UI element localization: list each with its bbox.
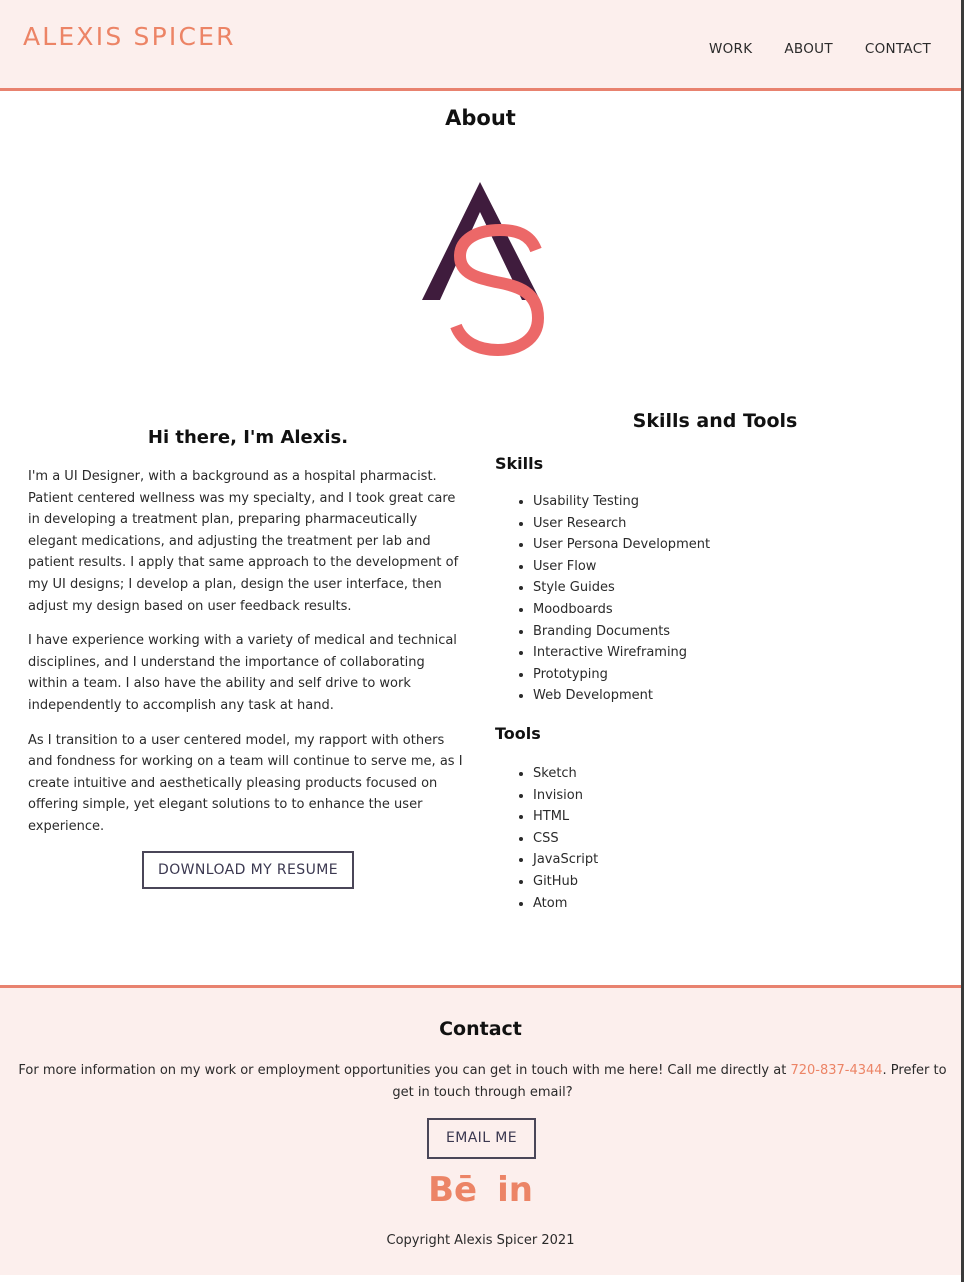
skills-section: Skills and Tools Skills Usability Testin… xyxy=(495,410,935,914)
bio-paragraph: I have experience working with a variety… xyxy=(28,633,457,713)
skills-title: Skills and Tools xyxy=(632,410,798,432)
contact-title: Contact xyxy=(439,1018,522,1040)
tools-heading: Tools xyxy=(495,723,541,743)
list-item: Web Development xyxy=(533,685,935,707)
monogram-logo xyxy=(422,182,545,356)
copyright: Copyright Alexis Spicer 2021 xyxy=(386,1233,575,1248)
list-item: User Research xyxy=(533,513,935,535)
phone-link[interactable]: 720-837-4344 xyxy=(790,1063,882,1078)
main-nav: WORK ABOUT CONTACT xyxy=(709,41,931,57)
list-item: Atom xyxy=(533,893,935,915)
email-me-button[interactable]: EMAIL ME xyxy=(427,1118,536,1159)
download-resume-button[interactable]: DOWNLOAD MY RESUME xyxy=(142,850,354,889)
contact-text-before: For more information on my work or emplo… xyxy=(18,1063,791,1078)
nav-work[interactable]: WORK xyxy=(709,41,752,57)
resume-button-wrap: DOWNLOAD MY RESUME xyxy=(28,850,468,889)
list-item: Moodboards xyxy=(533,599,935,621)
contact-footer: Contact For more information on my work … xyxy=(0,985,961,1275)
behance-icon[interactable]: Bē xyxy=(428,1170,477,1210)
list-item: Interactive Wireframing xyxy=(533,642,935,664)
bio-paragraph: As I transition to a user centered model… xyxy=(28,732,463,834)
intro-heading: Hi there, I'm Alexis. xyxy=(147,427,349,448)
list-item: CSS xyxy=(533,828,935,850)
intro-section: Hi there, I'm Alexis. I'm a UI Designer,… xyxy=(28,427,468,889)
skills-heading: Skills xyxy=(495,454,544,473)
list-item: Branding Documents xyxy=(533,621,935,643)
bio-paragraph: I'm a UI Designer, with a background as … xyxy=(28,469,459,614)
list-item: User Persona Development xyxy=(533,534,935,556)
skills-list: Usability Testing User Research User Per… xyxy=(533,491,935,707)
tools-list: Sketch Invision HTML CSS JavaScript GitH… xyxy=(533,763,935,914)
monogram-letter-s xyxy=(450,223,545,356)
contact-text: For more information on my work or emplo… xyxy=(10,1060,955,1104)
list-item: Invision xyxy=(533,785,935,807)
list-item: JavaScript xyxy=(533,849,935,871)
list-item: GitHub xyxy=(533,871,935,893)
nav-contact[interactable]: CONTACT xyxy=(865,41,931,57)
list-item: Usability Testing xyxy=(533,491,935,513)
linkedin-icon[interactable]: in xyxy=(497,1170,533,1210)
about-title: About xyxy=(445,106,516,130)
social-links: Bē in xyxy=(0,1170,961,1210)
list-item: Style Guides xyxy=(533,577,935,599)
list-item: Sketch xyxy=(533,763,935,785)
list-item: HTML xyxy=(533,806,935,828)
site-header: ALEXIS SPICER WORK ABOUT CONTACT xyxy=(0,0,961,91)
nav-about[interactable]: ABOUT xyxy=(784,41,833,57)
list-item: Prototyping xyxy=(533,664,935,686)
site-logo[interactable]: ALEXIS SPICER xyxy=(23,22,236,51)
list-item: User Flow xyxy=(533,556,935,578)
